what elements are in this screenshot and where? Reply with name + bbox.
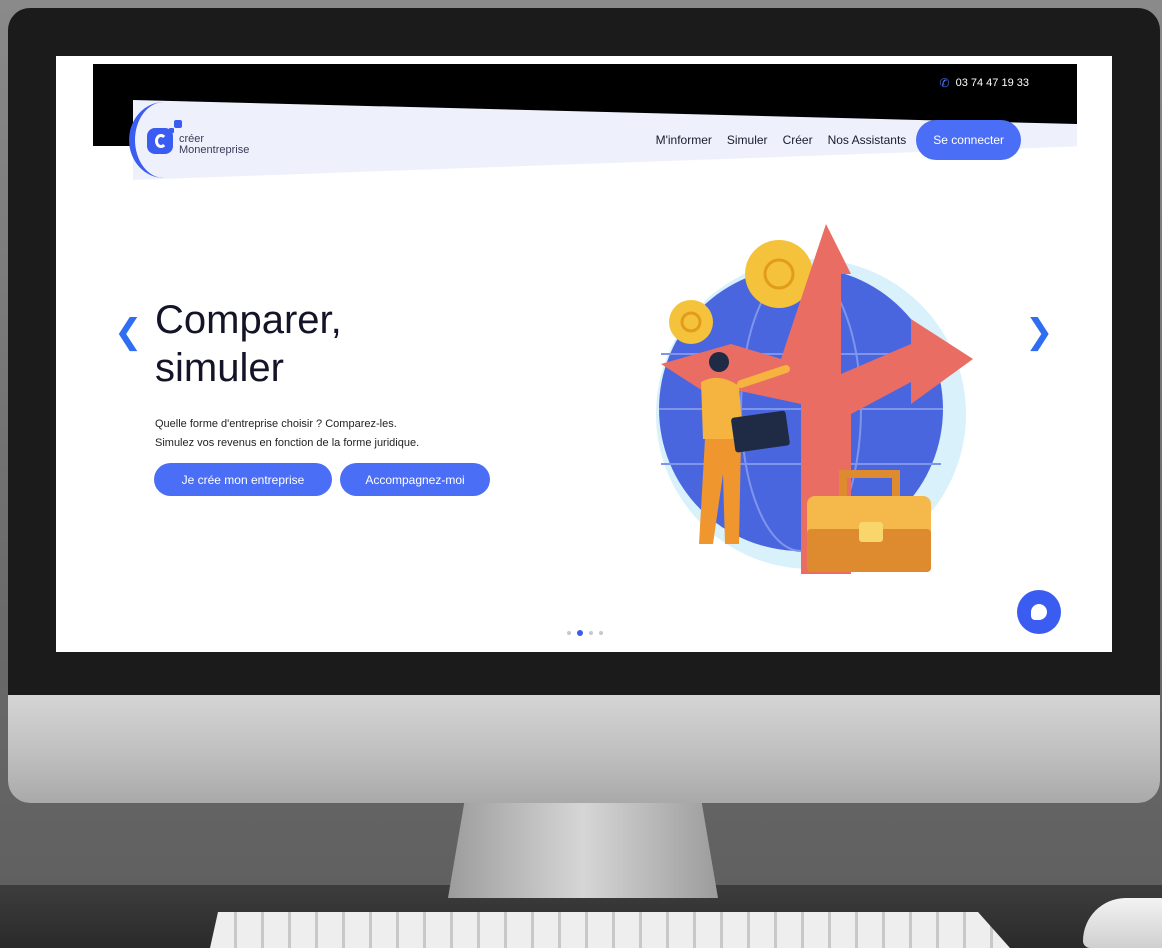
chevron-right-icon[interactable]: ❯ [1025, 312, 1054, 352]
chat-icon [1031, 604, 1047, 620]
logo-text-line2: Monentreprise [179, 144, 250, 156]
briefcase-clasp [859, 522, 883, 542]
logo-dot [169, 128, 174, 133]
hero-title-line2: simuler [155, 346, 284, 390]
accompany-button[interactable]: Accompagnez-moi [340, 463, 490, 496]
phone-number: 03 74 47 19 33 [955, 77, 1029, 89]
logo-text: créer Monentreprise [179, 134, 249, 156]
hero-illustration [656, 224, 973, 574]
hero-description-line2: Simulez vos revenus en fonction de la fo… [155, 437, 420, 449]
phone-link[interactable]: ✆ 03 74 47 19 33 [940, 76, 1029, 90]
logo[interactable]: créer Monentreprise [129, 102, 279, 178]
keyboard [210, 912, 1010, 948]
monitor-stand [448, 803, 718, 898]
carousel-dot-active[interactable] [577, 630, 583, 636]
webpage: ✆ 03 74 47 19 33 créer Monentreprise M'i… [93, 64, 1077, 648]
carousel-dot[interactable] [567, 631, 571, 635]
nav-item-assistants[interactable]: Nos Assistants [828, 133, 907, 147]
hero-description-line1: Quelle forme d'entreprise choisir ? Comp… [155, 418, 397, 430]
person-head-icon [709, 352, 729, 372]
nav-item-simuler[interactable]: Simuler [727, 133, 768, 147]
create-company-button[interactable]: Je crée mon entreprise [154, 463, 332, 496]
screen: ✆ 03 74 47 19 33 créer Monentreprise M'i… [56, 56, 1112, 652]
carousel-dot[interactable] [599, 631, 603, 635]
nav-item-creer[interactable]: Créer [783, 133, 813, 147]
hero-title-line1: Comparer, [155, 298, 342, 342]
nav-item-informer[interactable]: M'informer [656, 133, 712, 147]
main-nav: M'informer Simuler Créer Nos Assistants … [656, 120, 1021, 160]
phone-icon: ✆ [939, 76, 950, 90]
chat-button[interactable] [1017, 590, 1061, 634]
chevron-left-icon[interactable]: ❮ [114, 312, 143, 352]
connect-button[interactable]: Se connecter [916, 120, 1021, 160]
gear-small-icon [669, 300, 713, 344]
carousel-dots [567, 630, 603, 636]
hero-title: Comparer, simuler [155, 296, 342, 392]
monitor-chin [8, 695, 1160, 803]
logo-dot [174, 120, 182, 128]
carousel-dot[interactable] [589, 631, 593, 635]
